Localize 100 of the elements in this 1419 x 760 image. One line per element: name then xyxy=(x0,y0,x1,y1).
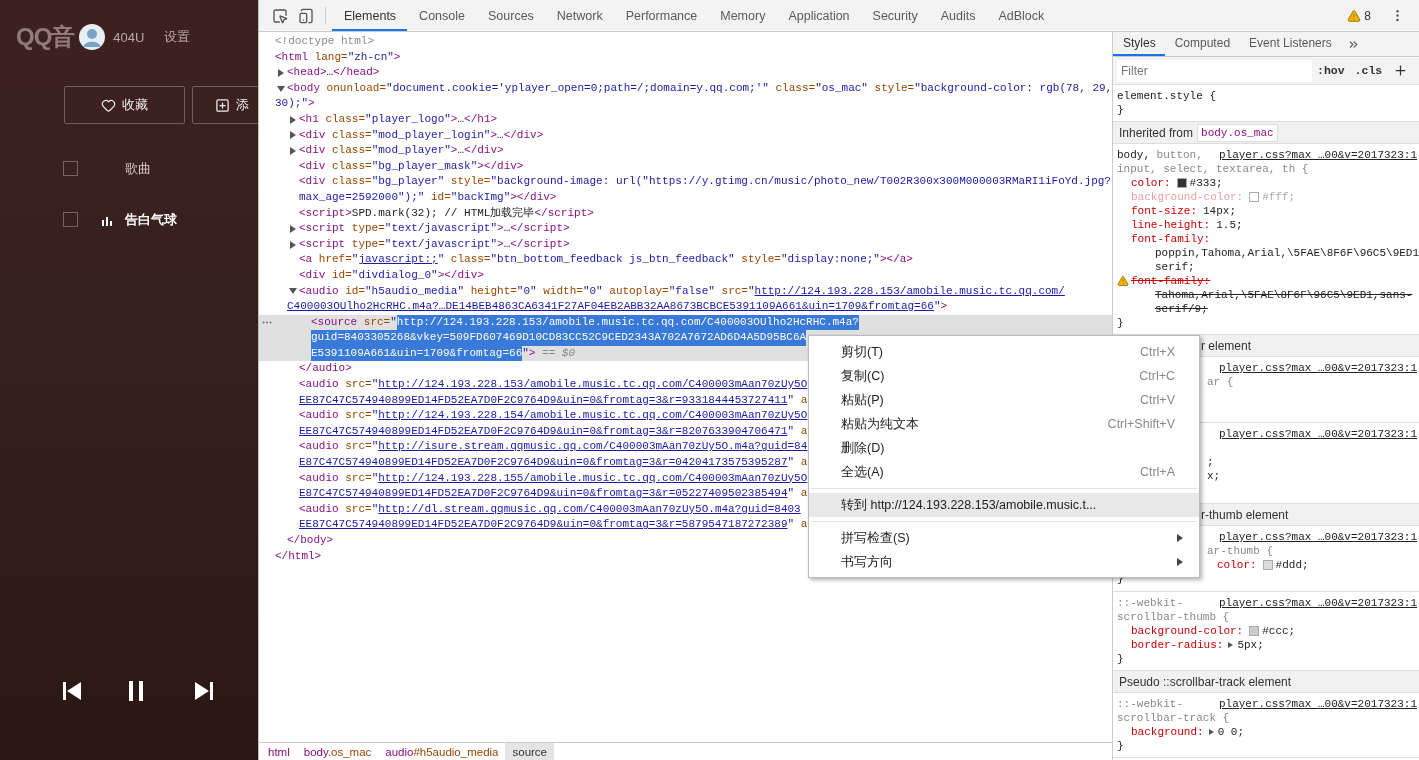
link[interactable]: EE87C47C574940899ED14FD52EA7D0F2C9764D9&uin=0&fromtag=3&r=8207633904706471 xyxy=(299,423,788,440)
link[interactable]: EE87C47C574940899ED14FD52EA7D0F2C9764D9&uin=0&fromtag=3&r=5879547187272389 xyxy=(299,517,788,533)
link[interactable]: E87C47C574940899ED14FD52EA7D0F2C9764D9&uin=0&fromtag=3&r=04204173575395287 xyxy=(299,455,788,471)
source-link[interactable]: player.css?max …00&v=2017323:1 xyxy=(1218,697,1417,711)
code-line[interactable]: <div id="divdialog_0"></div> xyxy=(259,267,1112,284)
menu-item[interactable]: 全选(A) Ctrl+A xyxy=(809,460,1199,484)
css-value[interactable]: poppin,Tahoma,Arial,\5FAE\8F6F\96C5\9ED1 xyxy=(1155,246,1419,260)
user-name[interactable]: 404U xyxy=(113,29,145,45)
breadcrumb[interactable]: html xyxy=(261,743,297,760)
link[interactable]: http://124.193.228.155/amobile.music.tc.qq.com/C400003mAan70zUy5O xyxy=(378,470,808,487)
css-property[interactable]: font-family: xyxy=(1131,232,1211,246)
source-link[interactable]: player.css?max …00&v=2017323:1 xyxy=(1218,427,1417,441)
link[interactable]: http://124.193.228.153/amobile.music.tc.qq.com/C400003mAan70zUy5O xyxy=(378,377,808,393)
avatar-icon[interactable] xyxy=(78,23,107,51)
menu-item[interactable]: 转到 http://124.193.228.153/amobile.music.t... xyxy=(809,493,1199,517)
more-icon[interactable] xyxy=(262,321,272,324)
code-line[interactable]: <div class="mod_player_login">…</div> xyxy=(259,127,1112,144)
source-link[interactable]: player.css?max …00&v=2017323:1 xyxy=(1218,530,1417,544)
code-line[interactable]: <head>…</head> xyxy=(259,65,1112,81)
checkbox[interactable] xyxy=(63,161,78,176)
source-link[interactable]: player.css?max …00&v=2017323:1 xyxy=(1218,361,1417,375)
css-value[interactable]: 1.5; xyxy=(1216,218,1243,232)
menu-item[interactable]: 复制(C) Ctrl+C xyxy=(809,364,1199,388)
menu-item[interactable]: 删除(D) xyxy=(809,436,1199,460)
breadcrumb[interactable]: audio#h5audio_media xyxy=(378,743,506,760)
add-button[interactable]: 添 xyxy=(192,86,258,124)
css-value[interactable]: #ddd; xyxy=(1275,558,1309,572)
css-value[interactable]: #ccc; xyxy=(1262,624,1296,638)
code-line[interactable]: <audio id="h5audio_media" height="0" width="0" autoplay="false" src="http://124.193.228.153/amobile.music.tc.qq.com/ xyxy=(259,283,1112,300)
panel-tab[interactable]: Network xyxy=(544,2,614,31)
filter-field[interactable]: Filter xyxy=(1117,59,1312,82)
color-swatch[interactable] xyxy=(1249,192,1260,202)
panel-tab[interactable]: Audits xyxy=(928,2,987,31)
link[interactable]: http://dl.stream.qqmusic.qq.com/C400003mAan70zUy5O.m4a?guid=8403 xyxy=(378,501,801,518)
hover-state-button[interactable]: :hov xyxy=(1312,64,1350,77)
color-swatch[interactable] xyxy=(1262,560,1273,570)
panel-tab[interactable]: Security xyxy=(860,2,929,31)
code-line[interactable]: <body onunload="document.cookie='yplayer_open=0;path=/;domain=y.qq.com;'" class="os_mac" style="background-color: rgb(78, 29, xyxy=(259,80,1112,97)
expand-arrow-icon[interactable] xyxy=(1228,642,1234,648)
class-button[interactable]: .cls xyxy=(1349,64,1388,77)
code-line[interactable]: <div class="bg_player_mask"></div> xyxy=(259,158,1112,175)
warning-count[interactable]: 8 xyxy=(1364,8,1371,23)
panel-tab[interactable]: Memory xyxy=(708,2,777,31)
code-line[interactable]: max_age=2592000");" id="backImg"></div> xyxy=(259,189,1112,206)
breadcrumb[interactable]: body.os_mac xyxy=(296,743,379,760)
link[interactable]: http://124.193.228.153/amobile.music.tc.qq.com/ xyxy=(754,283,1065,300)
link[interactable]: http://124.193.228.154/amobile.music.tc.qq.com/C400003mAan70zUy5O xyxy=(378,408,808,424)
menu-item[interactable]: 粘贴(P) Ctrl+V xyxy=(809,388,1199,412)
css-property[interactable]: border-radius: xyxy=(1131,638,1224,652)
color-swatch[interactable] xyxy=(1176,178,1187,188)
css-value[interactable]: 5px; xyxy=(1237,638,1264,652)
checkbox[interactable] xyxy=(63,212,78,227)
css-value[interactable]: serif; xyxy=(1155,260,1195,274)
caret-down-icon[interactable] xyxy=(277,85,285,92)
css-property[interactable]: color: xyxy=(1131,176,1171,190)
panel-tab[interactable]: Performance xyxy=(613,2,709,31)
caret-right-icon[interactable] xyxy=(290,115,296,124)
link[interactable]: E87C47C574940899ED14FD52EA7D0F2C9764D9&uin=0&fromtag=3&r=05227409502385494 xyxy=(299,486,788,502)
expand-arrow-icon[interactable] xyxy=(1208,729,1214,735)
code-line[interactable]: <div class="bg_player" style="background-image: url("https://y.gtimg.cn/music/photo_new/T002R300x300M000003RMaRI1iFoYd.jpg? xyxy=(259,174,1112,190)
caret-right-icon[interactable] xyxy=(290,224,296,233)
breadcrumb[interactable]: source xyxy=(505,743,554,760)
code-line[interactable]: C400003OUlho2HcRHC.m4a?…DE14BEB4863CA6341F27AF04EB2ABB32AA8673BCBCE5391109A661&uin=1709&fromtag=66"> xyxy=(259,299,1112,315)
caret-down-icon[interactable] xyxy=(289,288,297,295)
css-property[interactable]: line-height: xyxy=(1131,218,1211,232)
code-line[interactable]: <a href="javascript:;" class="btn_bottom_feedback js_btn_feedback" style="display:none;"></a> xyxy=(259,252,1112,268)
link[interactable]: C400003OUlho2HcRHC.m4a?…DE14BEB4863CA6341F27AF04EB2ABB32AA8673BCBCE5391109A661&uin=1709&fromtag=66 xyxy=(287,299,934,315)
code-line[interactable]: <!doctype html> xyxy=(259,34,1112,50)
inherited-element-link[interactable]: body.os_mac xyxy=(1197,123,1278,142)
caret-right-icon[interactable] xyxy=(290,240,296,249)
code-line[interactable]: 30);"> xyxy=(259,96,1112,112)
menu-item[interactable]: 粘贴为纯文本 Ctrl+Shift+V xyxy=(809,412,1199,436)
css-value[interactable]: Tahoma,Arial,\5FAE\8F6F\96C5\9ED1,sans- xyxy=(1155,288,1413,302)
source-link[interactable]: player.css?max …00&v=2017323:1 xyxy=(1218,148,1417,162)
panel-tab[interactable]: Elements xyxy=(332,2,408,31)
color-swatch[interactable] xyxy=(1249,626,1260,636)
css-value[interactable]: 0 0; xyxy=(1217,725,1245,739)
song-title[interactable]: 告白气球 xyxy=(125,210,177,229)
sidebar-tab[interactable]: Computed xyxy=(1164,32,1240,56)
favorite-button[interactable]: 收藏 xyxy=(64,86,185,124)
panel-tab[interactable]: Console xyxy=(407,2,476,31)
link[interactable]: EE87C47C574940899ED14FD52EA7D0F2C9764D9&uin=0&fromtag=3&r=9331844453727411 xyxy=(299,392,788,409)
code-line[interactable]: <script>SPD.mark(32); // HTML加载完毕</script> xyxy=(259,205,1112,222)
link[interactable]: http://isure.stream.qqmusic.qq.com/C400003mAan70zUy5O.m4a?guid=84 xyxy=(378,439,808,456)
css-property[interactable]: color: xyxy=(1217,558,1257,572)
warning-icon[interactable] xyxy=(1347,8,1362,23)
menu-item[interactable]: 书写方向 xyxy=(809,550,1199,574)
caret-right-icon[interactable] xyxy=(278,69,284,77)
next-icon[interactable] xyxy=(192,679,216,703)
caret-right-icon[interactable] xyxy=(290,131,296,140)
sidebar-tab[interactable]: Event Listeners xyxy=(1239,32,1341,56)
code-line[interactable]: <script type="text/javascript">…</script> xyxy=(259,221,1112,237)
code-line[interactable]: <div class="mod_player">…</div> xyxy=(259,143,1112,159)
css-value[interactable]: serif/9; xyxy=(1155,302,1208,316)
link[interactable]: javascript:; xyxy=(358,252,438,268)
song-title[interactable]: 歌曲 xyxy=(125,159,151,178)
source-link[interactable]: player.css?max …00&v=2017323:1 xyxy=(1218,596,1417,610)
panel-tab[interactable]: Sources xyxy=(476,2,545,31)
panel-tab[interactable]: Application xyxy=(776,2,861,31)
css-property[interactable]: font-family: xyxy=(1131,274,1211,288)
